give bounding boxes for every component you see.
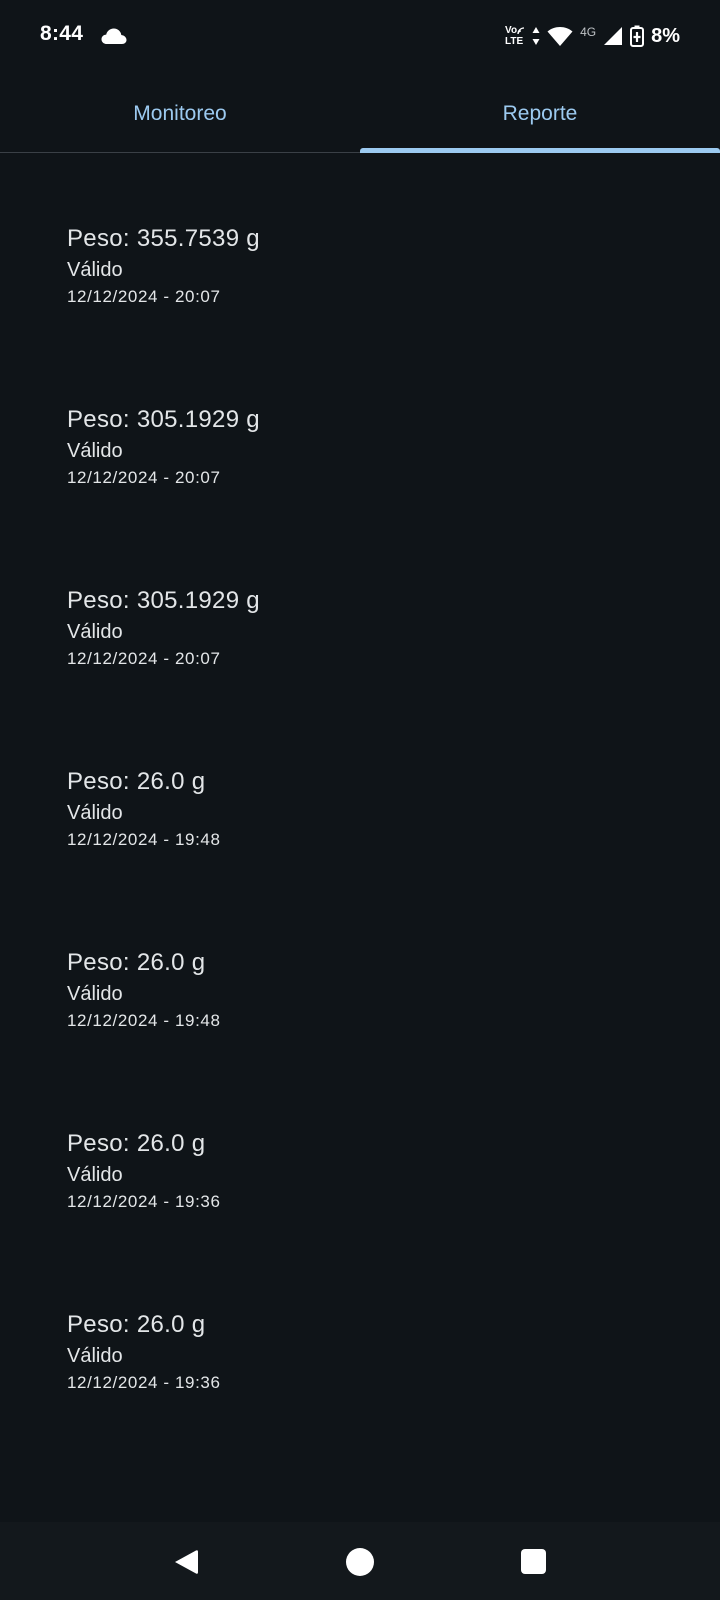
item-status: Válido bbox=[67, 983, 123, 1005]
item-weight: Peso: 26.0 g bbox=[67, 1130, 206, 1157]
network-type: 4G bbox=[580, 25, 597, 39]
list-item[interactable]: Peso: 305.1929 g Válido 12/12/2024 - 20:… bbox=[67, 586, 667, 672]
item-status: Válido bbox=[67, 802, 123, 824]
app-screen: 8:44 Vo LTE 4G 8% Monitoreo Reporte Peso… bbox=[0, 0, 720, 1600]
item-datetime: 12/12/2024 - 20:07 bbox=[67, 287, 221, 306]
list-item[interactable]: Peso: 26.0 g Válido 12/12/2024 - 19:36 bbox=[67, 1310, 667, 1396]
item-status: Válido bbox=[67, 1345, 123, 1367]
battery-charging-icon bbox=[630, 25, 645, 47]
cell-signal-icon bbox=[604, 27, 623, 45]
system-nav-bar bbox=[0, 1522, 720, 1600]
wifi-icon bbox=[547, 27, 573, 46]
volte-top-label: Vo bbox=[505, 25, 518, 36]
battery-percentage: 8% bbox=[651, 24, 680, 47]
item-weight: Peso: 305.1929 g bbox=[67, 587, 260, 614]
item-datetime: 12/12/2024 - 19:48 bbox=[67, 1011, 221, 1030]
status-time: 8:44 bbox=[40, 22, 84, 45]
status-icons: Vo LTE 4G 8% bbox=[505, 22, 680, 50]
volte-bottom-label: LTE bbox=[505, 36, 524, 47]
volte-wave-icon bbox=[517, 27, 525, 35]
list-item[interactable]: Peso: 26.0 g Válido 12/12/2024 - 19:36 bbox=[67, 1129, 667, 1215]
item-datetime: 12/12/2024 - 20:07 bbox=[67, 468, 221, 487]
tab-reporte[interactable]: Reporte bbox=[360, 76, 720, 152]
item-weight: Peso: 305.1929 g bbox=[67, 406, 260, 433]
data-arrows-icon bbox=[532, 27, 540, 45]
tab-bar: Monitoreo Reporte bbox=[0, 76, 720, 153]
item-status: Válido bbox=[67, 1164, 123, 1186]
cloud-icon bbox=[101, 28, 127, 44]
recents-icon[interactable] bbox=[521, 1549, 546, 1574]
list-item[interactable]: Peso: 355.7539 g Válido 12/12/2024 - 20:… bbox=[67, 224, 667, 310]
list-item[interactable]: Peso: 26.0 g Válido 12/12/2024 - 19:48 bbox=[67, 767, 667, 853]
tab-monitoreo[interactable]: Monitoreo bbox=[0, 76, 360, 152]
status-bar: 8:44 Vo LTE 4G 8% bbox=[0, 0, 720, 76]
list-item[interactable]: Peso: 26.0 g Válido 12/12/2024 - 19:48 bbox=[67, 948, 667, 1034]
item-datetime: 12/12/2024 - 19:36 bbox=[67, 1373, 221, 1392]
list-item[interactable]: Peso: 305.1929 g Válido 12/12/2024 - 20:… bbox=[67, 405, 667, 491]
item-status: Válido bbox=[67, 259, 123, 281]
item-status: Válido bbox=[67, 621, 123, 643]
item-status: Válido bbox=[67, 440, 123, 462]
item-datetime: 12/12/2024 - 19:48 bbox=[67, 830, 221, 849]
item-weight: Peso: 26.0 g bbox=[67, 1311, 206, 1338]
item-weight: Peso: 26.0 g bbox=[67, 949, 206, 976]
item-datetime: 12/12/2024 - 19:36 bbox=[67, 1192, 221, 1211]
back-icon[interactable] bbox=[173, 1548, 199, 1576]
item-datetime: 12/12/2024 - 20:07 bbox=[67, 649, 221, 668]
report-list[interactable]: Peso: 355.7539 g Válido 12/12/2024 - 20:… bbox=[0, 152, 720, 1522]
item-weight: Peso: 26.0 g bbox=[67, 768, 206, 795]
home-icon[interactable] bbox=[346, 1548, 374, 1576]
volte-indicator: Vo LTE bbox=[505, 25, 525, 47]
item-weight: Peso: 355.7539 g bbox=[67, 225, 260, 252]
